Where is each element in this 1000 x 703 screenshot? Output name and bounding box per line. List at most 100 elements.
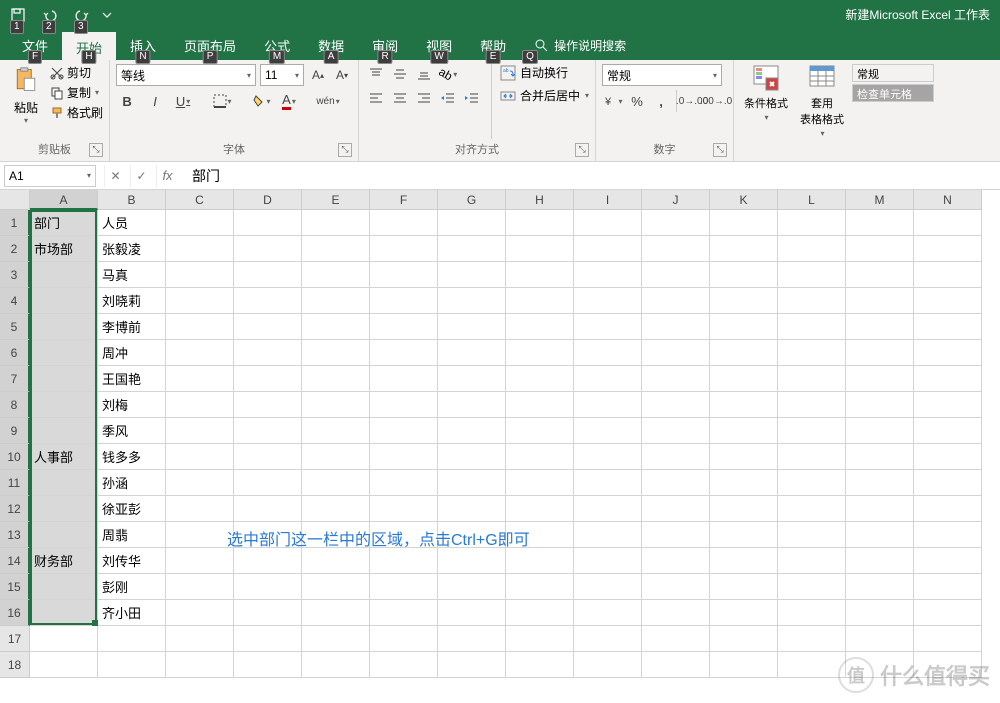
cell-L11[interactable] [778, 470, 846, 496]
cell-C4[interactable] [166, 288, 234, 314]
row-header-9[interactable]: 9 [0, 418, 30, 444]
cell-I18[interactable] [574, 652, 642, 678]
cell-N15[interactable] [914, 574, 982, 600]
cell-C5[interactable] [166, 314, 234, 340]
cell-F16[interactable] [370, 600, 438, 626]
cell-E16[interactable] [302, 600, 370, 626]
col-header-H[interactable]: H [506, 190, 574, 210]
cell-K11[interactable] [710, 470, 778, 496]
cell-A4[interactable] [30, 288, 98, 314]
cell-D15[interactable] [234, 574, 302, 600]
cell-J11[interactable] [642, 470, 710, 496]
cell-L1[interactable] [778, 210, 846, 236]
cell-L3[interactable] [778, 262, 846, 288]
cell-L2[interactable] [778, 236, 846, 262]
undo-icon[interactable]: 2 [36, 2, 64, 28]
cell-K15[interactable] [710, 574, 778, 600]
col-header-E[interactable]: E [302, 190, 370, 210]
tab-H[interactable]: 开始H [62, 32, 116, 60]
cell-K8[interactable] [710, 392, 778, 418]
cell-B7[interactable]: 王国艳 [98, 366, 166, 392]
cell-H8[interactable] [506, 392, 574, 418]
cell-L9[interactable] [778, 418, 846, 444]
tab-P[interactable]: 页面布局P [170, 30, 250, 60]
cell-A2[interactable]: 市场部 [30, 236, 98, 262]
cell-B6[interactable]: 周冲 [98, 340, 166, 366]
cell-E9[interactable] [302, 418, 370, 444]
cell-D14[interactable] [234, 548, 302, 574]
cell-C8[interactable] [166, 392, 234, 418]
cell-N14[interactable] [914, 548, 982, 574]
cell-J18[interactable] [642, 652, 710, 678]
cell-K16[interactable] [710, 600, 778, 626]
cell-F14[interactable] [370, 548, 438, 574]
col-header-L[interactable]: L [778, 190, 846, 210]
cell-I4[interactable] [574, 288, 642, 314]
cell-G12[interactable] [438, 496, 506, 522]
cell-C14[interactable] [166, 548, 234, 574]
cell-B15[interactable]: 彭刚 [98, 574, 166, 600]
tab-A[interactable]: 数据A [304, 30, 358, 60]
cell-F9[interactable] [370, 418, 438, 444]
cell-D9[interactable] [234, 418, 302, 444]
format-painter-button[interactable]: 格式刷 [50, 104, 103, 121]
cell-M5[interactable] [846, 314, 914, 340]
cell-N6[interactable] [914, 340, 982, 366]
cell-F10[interactable] [370, 444, 438, 470]
cell-I3[interactable] [574, 262, 642, 288]
cell-B8[interactable]: 刘梅 [98, 392, 166, 418]
cell-K7[interactable] [710, 366, 778, 392]
cell-C17[interactable] [166, 626, 234, 652]
cell-M4[interactable] [846, 288, 914, 314]
cell-L4[interactable] [778, 288, 846, 314]
row-header-11[interactable]: 11 [0, 470, 30, 496]
number-format-select[interactable]: 常规▾ [602, 64, 722, 86]
cell-M6[interactable] [846, 340, 914, 366]
cell-M11[interactable] [846, 470, 914, 496]
tab-M[interactable]: 公式M [250, 30, 304, 60]
cell-N5[interactable] [914, 314, 982, 340]
cell-L5[interactable] [778, 314, 846, 340]
cell-L8[interactable] [778, 392, 846, 418]
cell-E6[interactable] [302, 340, 370, 366]
cell-G8[interactable] [438, 392, 506, 418]
cell-D18[interactable] [234, 652, 302, 678]
cell-K14[interactable] [710, 548, 778, 574]
dialog-launcher-icon[interactable]: ⤡ [575, 143, 589, 157]
cell-A17[interactable] [30, 626, 98, 652]
formula-input[interactable]: 部门 [186, 164, 1000, 188]
cells-area[interactable]: 部门人员市场部张毅凌马真刘晓莉李博前周冲王国艳刘梅季风人事部钱多多孙涵徐亚彭周翡… [30, 210, 982, 678]
cell-F7[interactable] [370, 366, 438, 392]
row-header-6[interactable]: 6 [0, 340, 30, 366]
decrease-decimal-icon[interactable]: .00→.0 [705, 90, 727, 112]
align-middle-icon[interactable] [389, 64, 411, 84]
row-header-5[interactable]: 5 [0, 314, 30, 340]
tab-F[interactable]: 文件F [8, 30, 62, 60]
cell-N10[interactable] [914, 444, 982, 470]
cell-K12[interactable] [710, 496, 778, 522]
cell-L18[interactable] [778, 652, 846, 678]
cell-G17[interactable] [438, 626, 506, 652]
row-header-15[interactable]: 15 [0, 574, 30, 600]
cell-A13[interactable] [30, 522, 98, 548]
cell-F2[interactable] [370, 236, 438, 262]
cell-styles-gallery[interactable]: 常规 检查单元格 [852, 64, 934, 155]
percent-format-icon[interactable]: % [626, 90, 648, 112]
col-header-A[interactable]: A [30, 190, 98, 210]
cell-I13[interactable] [574, 522, 642, 548]
cell-H9[interactable] [506, 418, 574, 444]
wrap-text-button[interactable]: ab自动换行 [500, 64, 589, 81]
cell-G10[interactable] [438, 444, 506, 470]
cell-F11[interactable] [370, 470, 438, 496]
name-box[interactable]: A1▾ [4, 165, 96, 187]
cell-L13[interactable] [778, 522, 846, 548]
cell-D4[interactable] [234, 288, 302, 314]
cell-K3[interactable] [710, 262, 778, 288]
tab-N[interactable]: 插入N [116, 30, 170, 60]
cell-L6[interactable] [778, 340, 846, 366]
cell-E3[interactable] [302, 262, 370, 288]
cell-F8[interactable] [370, 392, 438, 418]
cell-E12[interactable] [302, 496, 370, 522]
cell-C15[interactable] [166, 574, 234, 600]
cell-B4[interactable]: 刘晓莉 [98, 288, 166, 314]
